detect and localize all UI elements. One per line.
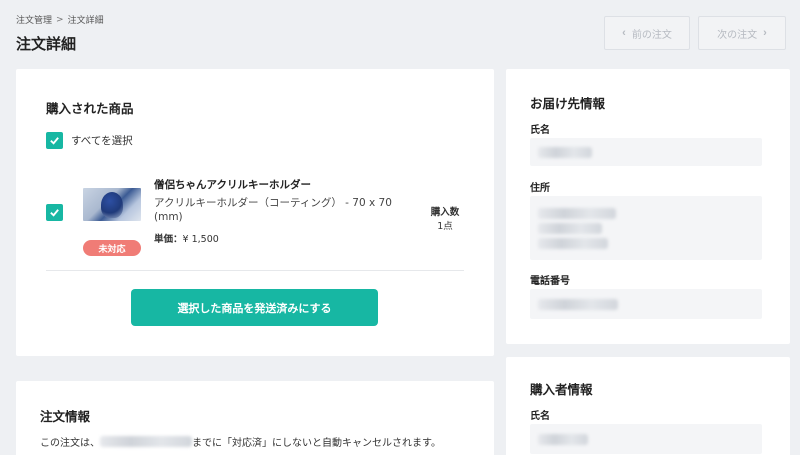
shipping-info-card: お届け先情報 氏名 住所 電話番号 xyxy=(506,69,790,344)
product-variant: アクリルキーホルダー（コーティング） - 70 x 70 (mm) xyxy=(154,197,392,223)
shipping-phone-value xyxy=(530,289,762,319)
buyer-name-label: 氏名 xyxy=(530,411,550,422)
price-value: ¥ 1,500 xyxy=(182,234,219,245)
purchased-products-card: 購入された商品 すべてを選択 未対応 僧侶ちゃんアクリルキーホルダー アクリルキ… xyxy=(16,69,494,356)
order-notice-suffix: までに「対応済」にしないと自動キャンセルされます。 xyxy=(192,438,441,449)
check-icon xyxy=(50,209,59,217)
mark-shipped-button[interactable]: 選択した商品を発送済みにする xyxy=(131,289,378,326)
redacted-text xyxy=(538,208,616,219)
product-name: 僧侶ちゃんアクリルキーホルダー xyxy=(154,179,311,191)
prev-order-label: 前の注文 xyxy=(631,29,672,41)
price-label: 単価： xyxy=(154,234,183,245)
redacted-deadline xyxy=(100,436,192,447)
product-price: 単価：¥ 1,500 xyxy=(154,231,219,245)
shipping-phone-label: 電話番号 xyxy=(530,276,570,287)
status-badge: 未対応 xyxy=(83,240,141,256)
product-thumbnail xyxy=(83,188,141,221)
redacted-text xyxy=(538,223,602,234)
shipping-name-label: 氏名 xyxy=(530,125,550,136)
next-order-button[interactable]: 次の注文 › xyxy=(698,16,786,50)
order-notice: この注文は、 までに「対応済」にしないと自動キャンセルされます。 xyxy=(40,434,441,449)
quantity-value: 1点 xyxy=(437,221,453,232)
breadcrumb-current: 注文詳細 xyxy=(67,16,104,26)
check-icon xyxy=(50,137,59,145)
quantity-label: 購入数 xyxy=(430,207,460,218)
divider xyxy=(46,270,464,271)
shipping-name-value xyxy=(530,138,762,166)
chevron-left-icon: ‹ xyxy=(622,27,626,39)
order-notice-prefix: この注文は、 xyxy=(40,438,100,449)
select-all-label[interactable]: すべてを選択 xyxy=(71,133,133,148)
order-info-heading: 注文情報 xyxy=(40,409,91,424)
purchased-products-heading: 購入された商品 xyxy=(46,101,134,116)
redacted-text xyxy=(538,434,588,445)
shipping-address-value xyxy=(530,196,762,260)
redacted-text xyxy=(538,147,592,158)
next-order-label: 次の注文 xyxy=(717,29,758,41)
shipping-info-heading: お届け先情報 xyxy=(530,96,606,111)
breadcrumb-parent-link[interactable]: 注文管理 xyxy=(16,13,52,26)
redacted-text xyxy=(538,238,608,249)
select-all-checkbox[interactable] xyxy=(46,132,63,149)
shipping-address-label: 住所 xyxy=(530,183,550,194)
breadcrumb: 注文管理 > 注文詳細 xyxy=(16,13,104,27)
breadcrumb-separator: > xyxy=(56,14,64,25)
chevron-right-icon: › xyxy=(763,27,767,39)
page-title: 注文詳細 xyxy=(16,35,77,53)
buyer-name-value xyxy=(530,424,762,454)
buyer-info-heading: 購入者情報 xyxy=(530,382,593,397)
buyer-info-card: 購入者情報 氏名 xyxy=(506,357,790,455)
redacted-text xyxy=(538,299,618,310)
prev-order-button[interactable]: ‹ 前の注文 xyxy=(604,16,690,50)
item-checkbox[interactable] xyxy=(46,204,63,221)
order-info-card: 注文情報 この注文は、 までに「対応済」にしないと自動キャンセルされます。 xyxy=(16,381,494,455)
